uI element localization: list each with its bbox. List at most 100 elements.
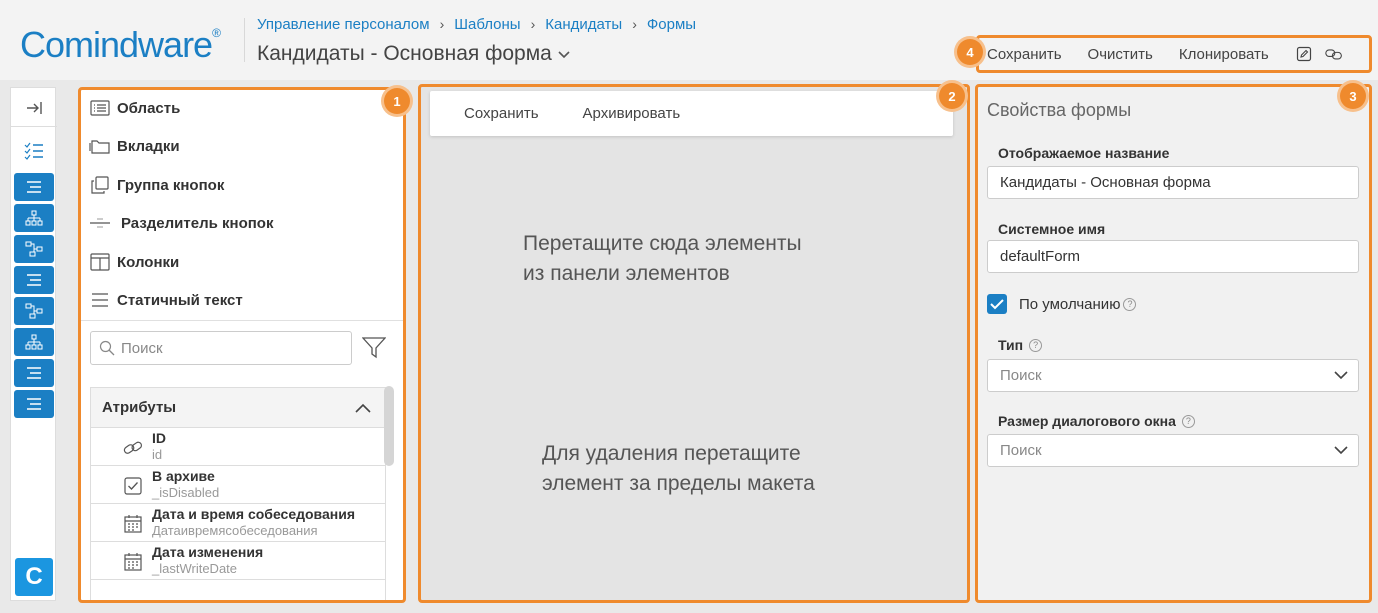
type-placeholder: Поиск: [1000, 367, 1042, 384]
app-header: Comindware® Управление персоналом › Шабл…: [0, 0, 1378, 80]
chevron-down-icon[interactable]: [558, 48, 570, 60]
drop-hint-line2: из панели элементов: [523, 262, 730, 285]
save-button[interactable]: Сохранить: [987, 46, 1062, 63]
page-title[interactable]: Кандидаты - Основная форма: [257, 42, 570, 66]
attribute-search-input[interactable]: Поиск: [90, 331, 352, 365]
breadcrumb-forms[interactable]: Формы: [647, 16, 696, 33]
checklist-icon[interactable]: [15, 137, 53, 165]
hierarchy-icon[interactable]: [14, 328, 54, 356]
type-select[interactable]: Поиск: [987, 359, 1359, 392]
attribute-name: В архиве: [152, 468, 215, 484]
attribute-row[interactable]: ID id: [91, 428, 385, 466]
chevron-down-icon: [1334, 371, 1348, 380]
attribute-name: Дата изменения: [152, 544, 264, 560]
copy-buttons-icon: [89, 175, 111, 195]
list-icon[interactable]: [14, 359, 54, 387]
comindware-app-icon[interactable]: C: [15, 558, 53, 596]
calendar-icon: [123, 552, 143, 572]
list-icon[interactable]: [14, 266, 54, 294]
clone-button[interactable]: Клонировать: [1179, 46, 1269, 63]
element-button-separator[interactable]: Разделитель кнопок: [89, 211, 273, 235]
help-icon[interactable]: ?: [1029, 338, 1043, 352]
dialog-size-placeholder: Поиск: [1000, 442, 1042, 459]
attribute-system-name: Датаивремясобеседования: [152, 523, 318, 538]
help-icon[interactable]: ?: [1181, 414, 1195, 428]
attribute-system-name: _isDisabled: [152, 485, 220, 500]
badge-2: 2: [939, 83, 965, 109]
text-lines-icon: [89, 290, 111, 310]
attributes-header[interactable]: Атрибуты: [91, 388, 385, 428]
filter-icon[interactable]: [362, 337, 386, 359]
columns-icon: [89, 252, 111, 272]
hierarchy-icon[interactable]: [14, 204, 54, 232]
flow-icon[interactable]: [14, 235, 54, 263]
attributes-header-label: Атрибуты: [102, 399, 177, 416]
display-name-field[interactable]: Кандидаты - Основная форма: [987, 166, 1359, 199]
list-icon[interactable]: [14, 173, 54, 201]
header-divider: [244, 18, 245, 62]
attribute-name: ID: [152, 430, 166, 446]
element-columns[interactable]: Колонки: [89, 250, 179, 274]
attributes-scrollbar[interactable]: [384, 386, 394, 466]
properties-title: Свойства формы: [987, 100, 1132, 120]
checkbox-icon: [123, 476, 143, 496]
element-label: Колонки: [117, 253, 180, 271]
attribute-row[interactable]: Дата изменения _lastWriteDate: [91, 542, 385, 580]
element-label: Статичный текст: [117, 291, 243, 309]
panel-divider: [81, 320, 403, 321]
dialog-size-label: Размер диалогового окна ?: [998, 413, 1195, 429]
layout-save-button[interactable]: Сохранить: [464, 105, 539, 122]
chevron-right-icon: ›: [530, 16, 536, 32]
dialog-size-select[interactable]: Поиск: [987, 434, 1359, 467]
layout-panel: Сохранить Архивировать Перетащите сюда э…: [418, 84, 970, 603]
clear-button[interactable]: Очистить: [1088, 46, 1153, 63]
chevron-up-icon[interactable]: [355, 403, 371, 413]
attribute-row[interactable]: Дата и время собеседования Датаивремясобе…: [91, 504, 385, 542]
comindware-logo[interactable]: Comindware®: [20, 24, 221, 66]
attribute-system-name: _lastWriteDate: [152, 561, 238, 576]
breadcrumb-templates[interactable]: Шаблоны: [454, 16, 520, 33]
folder-tabs-icon: [89, 136, 111, 156]
flow-icon[interactable]: [14, 297, 54, 325]
attribute-name: Дата и время собеседования: [152, 506, 355, 522]
element-button-group[interactable]: Группа кнопок: [89, 173, 224, 197]
attribute-row[interactable]: В архиве _isDisabled: [91, 466, 385, 504]
separator-icon: [89, 213, 111, 233]
chevron-right-icon: ›: [439, 16, 445, 32]
link-icon[interactable]: [1324, 45, 1343, 63]
list-icon[interactable]: [14, 390, 54, 418]
element-static-text[interactable]: Статичный текст: [89, 288, 243, 312]
display-name-label: Отображаемое название: [998, 145, 1170, 161]
calendar-icon: [123, 514, 143, 534]
breadcrumb-hr[interactable]: Управление персоналом: [257, 16, 430, 33]
chevron-right-icon: ›: [632, 16, 637, 32]
element-area[interactable]: Область: [89, 96, 180, 120]
default-checkbox-row[interactable]: По умолчанию ?: [987, 294, 1137, 314]
remove-hint-line1: Для удаления перетащите: [542, 442, 801, 465]
element-tabs[interactable]: Вкладки: [89, 134, 180, 158]
element-label: Разделитель кнопок: [121, 214, 274, 232]
elements-panel: Область Вкладки Группа кнопок Разделител…: [78, 87, 406, 603]
help-icon[interactable]: ?: [1123, 297, 1137, 311]
list-box-icon: [89, 98, 111, 118]
breadcrumb: Управление персоналом › Шаблоны › Кандид…: [257, 16, 696, 33]
breadcrumb-candidates[interactable]: Кандидаты: [545, 16, 622, 33]
rail-divider: [11, 126, 57, 127]
system-name-field[interactable]: defaultForm: [987, 240, 1359, 273]
type-label: Тип ?: [998, 337, 1043, 353]
drop-zone-hint[interactable]: Перетащите сюда элементы из панели элеме…: [523, 229, 802, 289]
element-label: Область: [117, 99, 181, 117]
badge-3: 3: [1340, 83, 1366, 109]
element-label: Вкладки: [117, 137, 180, 155]
layout-toolbar: Сохранить Архивировать: [430, 91, 953, 136]
system-name-label: Системное имя: [998, 221, 1106, 237]
page-title-text: Кандидаты - Основная форма: [257, 42, 552, 65]
edit-icon[interactable]: [1295, 45, 1313, 63]
form-toolbar: Сохранить Очистить Клонировать: [976, 35, 1372, 73]
properties-panel: Свойства формы Отображаемое название Кан…: [975, 84, 1372, 603]
collapse-icon[interactable]: [15, 94, 53, 122]
layout-archive-button[interactable]: Архивировать: [583, 105, 681, 122]
attribute-system-name: id: [152, 447, 163, 462]
default-checkbox[interactable]: [987, 294, 1007, 314]
checkmark-icon: [990, 299, 1004, 310]
